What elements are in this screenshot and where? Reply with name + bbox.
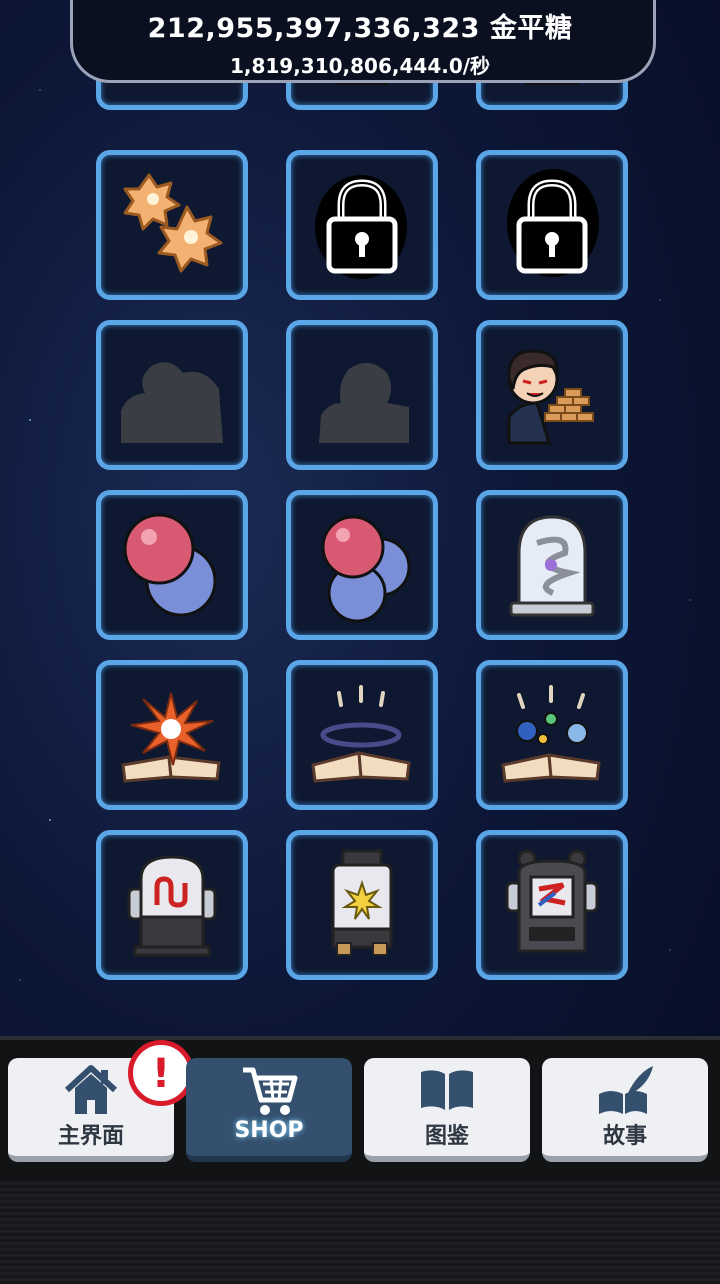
two-spheres-icon xyxy=(123,513,217,617)
shop-item-14[interactable] xyxy=(286,660,438,810)
shop-item-18[interactable] xyxy=(476,830,628,980)
shop-item-13[interactable] xyxy=(96,660,248,810)
shop-item-9[interactable] xyxy=(476,320,628,470)
shop-item-7[interactable] xyxy=(96,320,248,470)
shop-item-16[interactable] xyxy=(96,830,248,980)
shop-item-17[interactable] xyxy=(286,830,438,980)
nav-story-label: 故事 xyxy=(602,1124,647,1149)
nav-footer-strip xyxy=(0,1180,720,1284)
shop-item-8[interactable] xyxy=(286,320,438,470)
shop-item-5[interactable] xyxy=(286,150,438,300)
book-ring-icon xyxy=(311,685,411,783)
glass-dome-spiral-icon xyxy=(509,515,595,617)
shop-item-15[interactable] xyxy=(476,660,628,810)
shop-item-4[interactable] xyxy=(96,150,248,300)
currency-header: 212,955,397,336,323 金平糖 1,819,310,806,44… xyxy=(0,0,720,84)
machine-robot-icon xyxy=(505,849,599,953)
exploding-book-icon xyxy=(121,692,221,783)
silhouette-icon xyxy=(319,362,409,443)
nav-home-button[interactable]: 主界面 ! xyxy=(8,1040,194,1162)
nav-shop-label: SHOP xyxy=(234,1118,304,1143)
lock-icon xyxy=(315,175,407,279)
shop-item-6[interactable] xyxy=(476,150,628,300)
character-with-candy-icon xyxy=(507,349,594,445)
book-quill-icon xyxy=(599,1066,653,1114)
machine-magnet-icon xyxy=(127,855,217,957)
konpeito-candy-icon xyxy=(123,173,223,273)
nav-home-label: 主界面 xyxy=(57,1124,124,1149)
book-planets-icon xyxy=(501,685,601,783)
machine-star-icon xyxy=(331,849,393,956)
nav-shop-button[interactable]: SHOP xyxy=(186,1058,352,1162)
three-spheres-icon xyxy=(321,515,411,623)
currency-amount: 212,955,397,336,323 金平糖 xyxy=(147,13,573,44)
alert-badge: ! xyxy=(128,1040,194,1106)
shop-item-10[interactable] xyxy=(96,490,248,640)
home-icon xyxy=(64,1065,118,1114)
open-book-icon xyxy=(421,1070,473,1110)
shop-item-11[interactable] xyxy=(286,490,438,640)
nav-encyclopedia-label: 图鉴 xyxy=(424,1124,469,1149)
silhouette-icon xyxy=(121,362,223,443)
bottom-navigation: 主界面 ! SHOP 图鉴 故事 xyxy=(0,1036,720,1284)
shopping-cart-icon xyxy=(243,1067,298,1115)
lock-icon xyxy=(507,169,599,277)
currency-rate: 1,819,310,806,444.0/秒 xyxy=(229,54,491,78)
nav-story-button[interactable]: 故事 xyxy=(542,1058,708,1162)
nav-encyclopedia-button[interactable]: 图鉴 xyxy=(364,1058,530,1162)
shop-item-12[interactable] xyxy=(476,490,628,640)
